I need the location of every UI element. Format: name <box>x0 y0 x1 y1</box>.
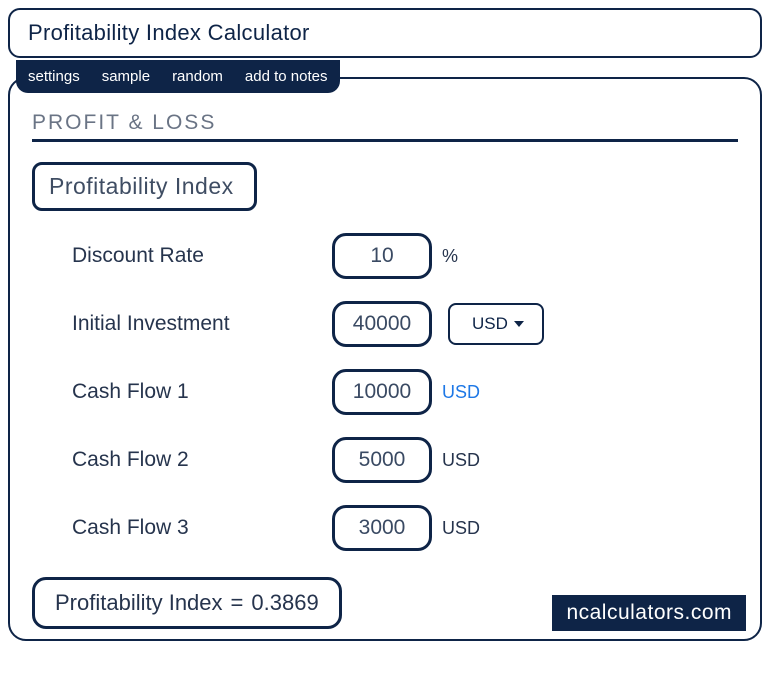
row-cash-flow-2: Cash Flow 2 USD <box>72 437 738 483</box>
brand-badge: ncalculators.com <box>552 595 746 631</box>
calc-name-badge: Profitability Index <box>32 162 257 211</box>
currency-select[interactable]: USD <box>448 303 544 345</box>
row-cash-flow-3: Cash Flow 3 USD <box>72 505 738 551</box>
cash-flow-3-unit: USD <box>442 518 480 539</box>
cash-flow-1-input[interactable] <box>332 369 432 415</box>
cash-flow-3-input[interactable] <box>332 505 432 551</box>
cash-flow-2-unit: USD <box>442 450 480 471</box>
initial-investment-input[interactable] <box>332 301 432 347</box>
page-title: Profitability Index Calculator <box>8 8 762 58</box>
calculator-panel: PROFIT & LOSS Profitability Index Discou… <box>8 77 762 641</box>
row-discount-rate: Discount Rate % <box>72 233 738 279</box>
cash-flow-2-input[interactable] <box>332 437 432 483</box>
tabs-bar: settings sample random add to notes <box>16 60 340 93</box>
cash-flow-1-unit[interactable]: USD <box>442 382 480 403</box>
tab-random[interactable]: random <box>172 68 223 85</box>
result-label: Profitability Index <box>55 590 223 616</box>
cash-flow-2-label: Cash Flow 2 <box>72 448 332 472</box>
result-box: Profitability Index = 0.3869 <box>32 577 342 629</box>
row-initial-investment: Initial Investment USD <box>72 301 738 347</box>
tab-sample[interactable]: sample <box>102 68 150 85</box>
tab-add-to-notes[interactable]: add to notes <box>245 68 328 85</box>
discount-rate-label: Discount Rate <box>72 244 332 268</box>
cash-flow-1-label: Cash Flow 1 <box>72 380 332 404</box>
cash-flow-3-label: Cash Flow 3 <box>72 516 332 540</box>
discount-rate-unit: % <box>442 246 458 267</box>
currency-select-value: USD <box>472 314 508 334</box>
tab-settings[interactable]: settings <box>28 68 80 85</box>
row-cash-flow-1: Cash Flow 1 USD <box>72 369 738 415</box>
result-equals: = <box>231 590 244 616</box>
result-value: 0.3869 <box>251 590 318 616</box>
section-header: PROFIT & LOSS <box>32 111 738 142</box>
initial-investment-label: Initial Investment <box>72 312 332 336</box>
discount-rate-input[interactable] <box>332 233 432 279</box>
chevron-down-icon <box>514 321 524 327</box>
